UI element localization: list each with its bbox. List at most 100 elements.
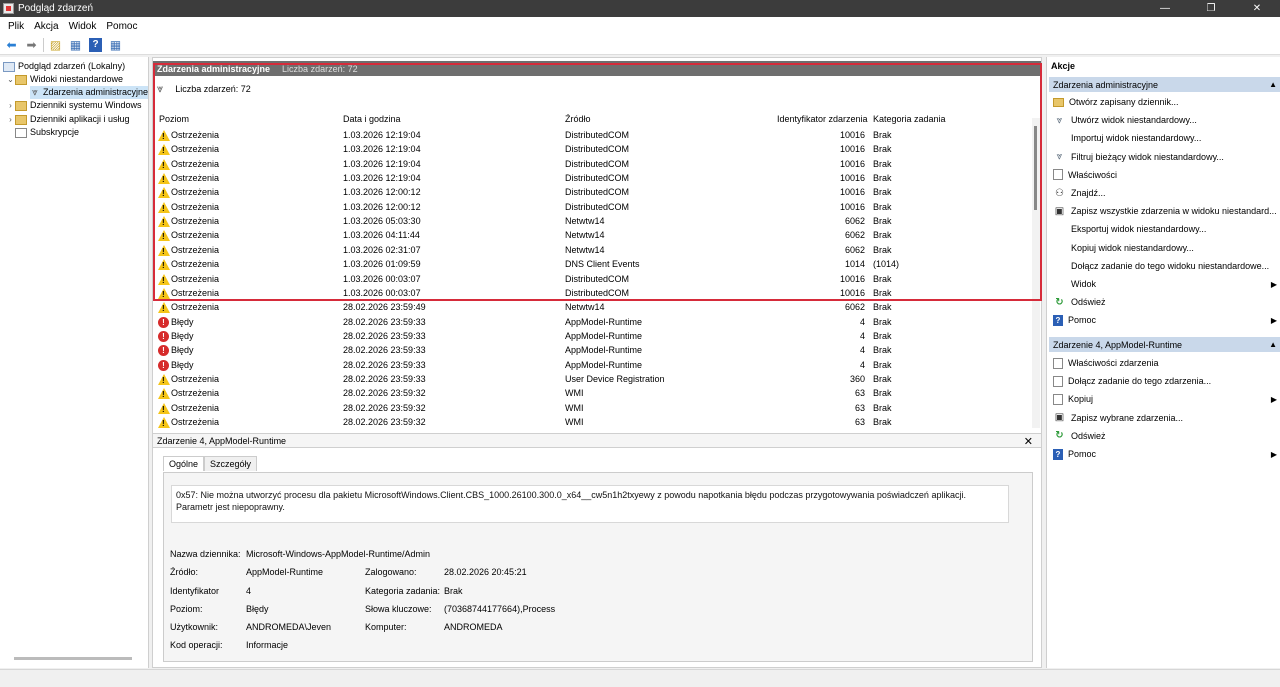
props-icon (1053, 169, 1063, 181)
cell-level: Ostrzeżenia (171, 373, 220, 384)
tree-item-app-service-logs[interactable]: › Dzienniki aplikacji i usług (6, 113, 130, 126)
back-arrow-icon[interactable]: ⬅ (3, 37, 20, 53)
warning-icon (158, 417, 170, 428)
table-row[interactable]: Ostrzeżenia 1.03.2026 02:31:07 Netwtw14 606… (157, 243, 1027, 257)
warning-icon (158, 173, 170, 185)
minimize-button[interactable]: — (1142, 0, 1188, 17)
action-item[interactable]: Kopiuj ▶ (1053, 391, 1279, 407)
vertical-scrollbar[interactable] (1032, 118, 1040, 428)
column-header-event-id[interactable]: Identyfikator zdarzenia (777, 114, 868, 124)
subscriptions-icon (15, 127, 27, 138)
menu-help[interactable]: Pomoc (101, 21, 142, 32)
action-label: Kopiuj (1068, 394, 1094, 405)
table-row[interactable]: Ostrzeżenia 28.02.2026 23:59:32 WMI 63 Brak (157, 386, 1027, 400)
table-row[interactable]: Ostrzeżenia 28.02.2026 23:59:32 WMI 63 Brak (157, 401, 1027, 415)
menu-file[interactable]: Plik (3, 21, 29, 32)
table-row[interactable]: Ostrzeżenia 28.02.2026 23:59:32 WMI 63 Brak (157, 415, 1027, 429)
column-header-date[interactable]: Data i godzina (343, 114, 401, 124)
cell-event-id: 10016 (839, 130, 865, 140)
actions-section-event[interactable]: Zdarzenie 4, AppModel-Runtime ▲ (1049, 337, 1280, 352)
scrollbar-thumb[interactable] (1034, 126, 1037, 210)
cell-category: Brak (873, 273, 892, 284)
cell-date: 28.02.2026 23:59:32 (343, 417, 426, 427)
tab-general[interactable]: Ogólne (163, 456, 205, 471)
chevron-right-icon[interactable]: › (6, 113, 15, 126)
menu-action[interactable]: Akcja (29, 21, 63, 32)
table-row[interactable]: Ostrzeżenia 1.03.2026 00:03:07 Distributed… (157, 286, 1027, 300)
actions-section-custom-view[interactable]: Zdarzenia administracyjne ▲ (1049, 77, 1280, 92)
blank-icon (1053, 223, 1066, 235)
action-item[interactable]: Importuj widok niestandardowy... (1053, 130, 1279, 146)
cell-event-id: 360 (849, 373, 865, 384)
collapse-icon[interactable]: ▲ (1269, 80, 1277, 89)
table-row[interactable]: Ostrzeżenia 1.03.2026 01:09:59 DNS Client … (157, 257, 1027, 271)
action-item[interactable]: Eksportuj widok niestandardowy... (1053, 221, 1279, 237)
table-row[interactable]: Ostrzeżenia 1.03.2026 12:00:12 Distributed… (157, 200, 1027, 214)
table-row[interactable]: Ostrzeżenia 1.03.2026 12:19:04 Distributed… (157, 157, 1027, 171)
table-row[interactable]: Ostrzeżenia 1.03.2026 12:19:04 Distributed… (157, 128, 1027, 142)
table-row[interactable]: ! Błędy 28.02.2026 23:59:33 AppModel-Runtim… (157, 343, 1027, 357)
chevron-right-icon[interactable]: › (6, 99, 15, 112)
table-row[interactable]: Ostrzeżenia 1.03.2026 12:19:04 Distributed… (157, 171, 1027, 185)
action-item[interactable]: Dołącz zadanie do tego zdarzenia... (1053, 373, 1279, 389)
cell-event-id: 4 (859, 359, 865, 370)
table-row[interactable]: Ostrzeżenia 1.03.2026 00:03:07 Distributed… (157, 272, 1027, 286)
tree-item-root[interactable]: Podgląd zdarzeń (Lokalny) (3, 60, 125, 73)
help-icon[interactable]: ? (89, 37, 102, 52)
tree-item-windows-logs[interactable]: › Dzienniki systemu Windows (6, 99, 142, 112)
action-item[interactable]: Widok ▶ (1053, 276, 1279, 292)
collapse-icon[interactable]: ▲ (1269, 340, 1277, 349)
table-row[interactable]: Ostrzeżenia 1.03.2026 05:03:30 Netwtw14 606… (157, 214, 1027, 228)
action-item[interactable]: ↻ Odśwież (1053, 294, 1279, 310)
tab-details[interactable]: Szczegóły (204, 456, 258, 471)
table-row[interactable]: Ostrzeżenia 1.03.2026 12:19:04 Distributed… (157, 142, 1027, 156)
detail-header: Zdarzenie 4, AppModel-Runtime ✕ (153, 433, 1041, 448)
action-label: Widok (1071, 279, 1097, 289)
tree-item-admin-events[interactable]: ⩔ Zdarzenia administracyjne (30, 86, 148, 99)
maximize-button[interactable]: ❐ (1188, 0, 1234, 17)
table-row[interactable]: Ostrzeżenia 1.03.2026 12:00:12 Distributed… (157, 185, 1027, 199)
chevron-down-icon[interactable]: ⌄ (6, 73, 15, 86)
cell-source: DistributedCOM (565, 158, 630, 169)
folder-icon (15, 74, 27, 85)
show-hide-actions-icon[interactable]: ▦ (107, 37, 124, 53)
column-header-category[interactable]: Kategoria zadania (873, 114, 946, 124)
action-item[interactable]: ⩔ Filtruj bieżący widok niestandardowy... (1053, 149, 1279, 165)
action-item[interactable]: Właściwości zdarzenia (1053, 355, 1279, 371)
action-item[interactable]: ↻ Odśwież (1053, 428, 1279, 444)
cell-date: 1.03.2026 12:19:04 (343, 130, 421, 140)
action-item[interactable]: Właściwości (1053, 167, 1279, 183)
action-item[interactable]: ▣ Zapisz wszystkie zdarzenia w widoku nie… (1053, 203, 1279, 219)
close-icon[interactable]: ✕ (1024, 435, 1033, 448)
submenu-arrow-icon: ▶ (1270, 449, 1277, 459)
event-message[interactable]: 0x57: Nie można utworzyć procesu dla pak… (171, 485, 1009, 523)
table-row[interactable]: ! Błędy 28.02.2026 23:59:33 AppModel-Runtim… (157, 315, 1027, 329)
close-window-button[interactable]: ✕ (1234, 0, 1280, 17)
menu-view[interactable]: Widok (64, 21, 102, 32)
column-header-level[interactable]: Poziom (159, 114, 189, 124)
table-row[interactable]: ! Błędy 28.02.2026 23:59:33 AppModel-Runtim… (157, 329, 1027, 343)
action-item[interactable]: ▣ Zapisz wybrane zdarzenia... (1053, 410, 1279, 426)
table-row[interactable]: Ostrzeżenia 28.02.2026 23:59:49 Netwtw14 60… (157, 300, 1027, 314)
action-item[interactable]: Dołącz zadanie do tego widoku niestandar… (1053, 258, 1279, 274)
table-row[interactable]: Ostrzeżenia 1.03.2026 04:11:44 Netwtw14 606… (157, 228, 1027, 242)
cell-level: Ostrzeżenia (171, 130, 220, 140)
action-item[interactable]: ? Pomoc ▶ (1053, 446, 1279, 462)
action-item[interactable]: ? Pomoc ▶ (1053, 312, 1279, 328)
open-folder-icon[interactable]: ▨ (47, 37, 64, 53)
folder-icon (1053, 97, 1064, 107)
action-item[interactable]: Kopiuj widok niestandardowy... (1053, 240, 1279, 256)
show-hide-tree-icon[interactable]: ▦ (67, 37, 84, 53)
horizontal-scrollbar[interactable] (14, 657, 132, 660)
forward-arrow-icon[interactable]: ➡ (23, 37, 40, 53)
table-row[interactable]: ! Błędy 28.02.2026 23:59:33 AppModel-Runtim… (157, 358, 1027, 372)
action-item[interactable]: Otwórz zapisany dziennik... (1053, 94, 1279, 110)
action-label: Pomoc (1068, 315, 1097, 326)
action-item[interactable]: ⩔ Utwórz widok niestandardowy... (1053, 112, 1279, 128)
tree-item-subscriptions[interactable]: Subskrypcje (15, 126, 79, 139)
column-header-source[interactable]: Źródło (565, 114, 591, 124)
warning-icon (158, 187, 170, 199)
action-item[interactable]: ⚇ Znajdź... (1053, 185, 1279, 201)
table-row[interactable]: Ostrzeżenia 28.02.2026 23:59:33 User Devic… (157, 372, 1027, 386)
tree-item-custom-views[interactable]: ⌄ Widoki niestandardowe (6, 73, 123, 86)
